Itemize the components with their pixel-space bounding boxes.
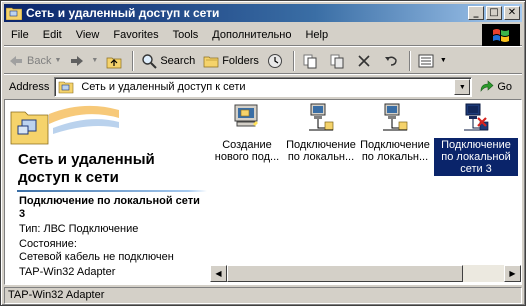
- list-item-lan-connection-3[interactable]: Подключение по локальной сети 3: [434, 102, 518, 176]
- connection-type: Тип: ЛВС Подключение: [19, 223, 139, 235]
- status-value: Сетевой кабель не подключен: [19, 251, 174, 263]
- go-label: Go: [497, 81, 513, 93]
- item-label: Подключение по локальн...: [360, 139, 430, 163]
- copy-to-button[interactable]: [325, 50, 352, 72]
- maximize-button[interactable]: □: [486, 6, 502, 20]
- copy-to-icon: [329, 53, 345, 69]
- connections-list: Создание нового под... Подключение по ло…: [210, 100, 521, 265]
- toolbar-separator: [292, 50, 295, 71]
- menu-file[interactable]: File: [4, 29, 36, 41]
- close-button[interactable]: ✕: [504, 6, 520, 20]
- go-button[interactable]: Go: [478, 79, 512, 95]
- list-item-lan-connection[interactable]: Подключение по локальн...: [284, 102, 358, 164]
- move-to-button[interactable]: [298, 50, 325, 72]
- scroll-thumb[interactable]: [227, 265, 463, 282]
- back-label: Back: [27, 54, 52, 67]
- horizontal-scrollbar[interactable]: ◀ ▶: [210, 265, 521, 282]
- forward-arrow-icon: [69, 53, 85, 69]
- back-dropdown-icon[interactable]: ▼: [54, 57, 61, 64]
- undo-icon: [383, 53, 399, 69]
- title-bar[interactable]: Сеть и удаленный доступ к сети _ □ ✕: [4, 4, 522, 22]
- window-title: Сеть и удаленный доступ к сети: [26, 6, 220, 20]
- folders-label: Folders: [222, 54, 259, 67]
- history-icon: [267, 53, 283, 69]
- search-label: Search: [160, 54, 196, 67]
- views-button[interactable]: ▼: [414, 50, 451, 72]
- list-item-lan-connection[interactable]: Подключение по локальн...: [358, 102, 432, 164]
- item-label: Подключение по локальн...: [286, 139, 356, 163]
- address-value: Сеть и удаленный доступ к сети: [81, 81, 246, 93]
- search-button[interactable]: Search: [137, 50, 199, 72]
- forward-button[interactable]: ▼: [65, 50, 102, 72]
- folders-button[interactable]: Folders: [199, 50, 263, 72]
- scroll-left-button[interactable]: ◀: [210, 265, 227, 282]
- new-connection-icon: [231, 102, 263, 134]
- scroll-right-button[interactable]: ▶: [504, 265, 521, 282]
- web-view-pane: Сеть и удаленный доступ к сети Подключен…: [5, 100, 210, 284]
- move-to-icon: [302, 53, 318, 69]
- windows-logo-icon: [482, 24, 520, 46]
- views-dropdown-icon[interactable]: ▼: [440, 57, 447, 64]
- toolbar-separator: [132, 50, 135, 71]
- item-label: Подключение по локальной сети 3: [434, 138, 518, 176]
- explorer-window: Сеть и удаленный доступ к сети _ □ ✕ Fil…: [0, 0, 526, 306]
- pane-divider: [17, 190, 207, 192]
- delete-button[interactable]: [352, 50, 379, 72]
- standard-toolbar: Back ▼ ▼ Search Folders ▼: [4, 48, 522, 74]
- lan-disconnected-icon: [460, 102, 492, 134]
- network-folder-icon: [5, 6, 23, 21]
- menu-view[interactable]: View: [69, 29, 107, 41]
- address-dropdown-icon[interactable]: ▼: [454, 79, 471, 95]
- search-icon: [141, 53, 158, 69]
- menu-help[interactable]: Help: [298, 29, 335, 41]
- menu-edit[interactable]: Edit: [36, 29, 69, 41]
- address-label: Address: [9, 81, 50, 93]
- folders-icon: [203, 53, 219, 69]
- network-folder-icon: [58, 79, 74, 95]
- go-arrow-icon: [478, 79, 494, 95]
- toolbar-separator: [408, 50, 411, 71]
- item-label: Создание нового под...: [214, 139, 280, 163]
- up-folder-icon: [106, 53, 122, 69]
- network-folder-banner-icon: [9, 102, 119, 146]
- adapter-name: TAP-Win32 Adapter: [19, 266, 116, 278]
- status-bar: TAP-Win32 Adapter: [4, 287, 522, 304]
- lan-connection-icon: [379, 102, 411, 134]
- forward-dropdown-icon[interactable]: ▼: [91, 57, 98, 64]
- folder-view: Сеть и удаленный доступ к сети Подключен…: [4, 99, 522, 285]
- status-label: Состояние:: [19, 238, 77, 250]
- back-button[interactable]: Back ▼: [4, 50, 65, 72]
- pane-title: Сеть и удаленный доступ к сети: [18, 151, 155, 186]
- back-arrow-icon: [8, 53, 24, 69]
- address-bar: Address Сеть и удаленный доступ к сети ▼…: [4, 76, 522, 98]
- up-folder-button[interactable]: [102, 50, 129, 72]
- minimize-button[interactable]: _: [468, 6, 484, 20]
- delete-icon: [356, 53, 372, 69]
- menu-advanced[interactable]: Дополнительно: [205, 29, 298, 41]
- menu-bar: File Edit View Favorites Tools Дополните…: [4, 24, 522, 46]
- menu-favorites[interactable]: Favorites: [106, 29, 165, 41]
- lan-connection-icon: [305, 102, 337, 134]
- undo-button[interactable]: [379, 50, 406, 72]
- history-button[interactable]: [263, 50, 290, 72]
- list-item-new-connection[interactable]: Создание нового под...: [210, 102, 284, 164]
- address-input[interactable]: Сеть и удаленный доступ к сети ▼: [54, 77, 473, 97]
- selected-item-name: Подключение по локальной сети 3: [19, 195, 200, 220]
- menu-tools[interactable]: Tools: [166, 29, 206, 41]
- views-icon: [418, 53, 434, 69]
